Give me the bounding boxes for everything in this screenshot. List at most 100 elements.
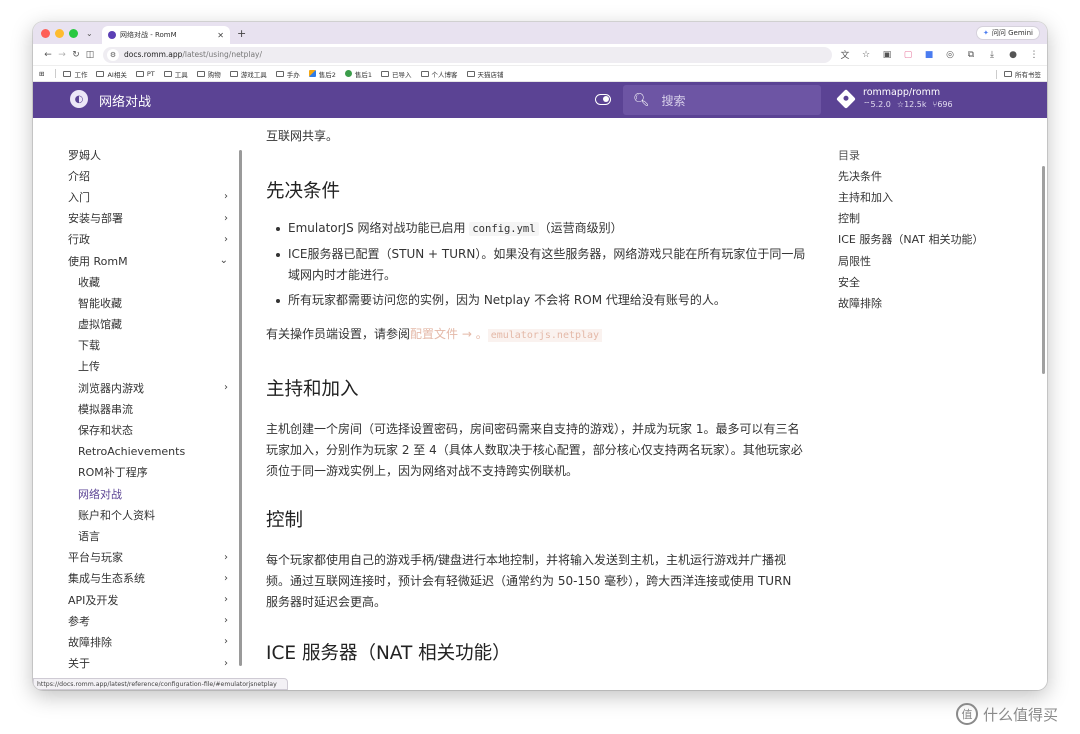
sidebar-item[interactable]: 参考 › (68, 610, 228, 631)
bookmark-item[interactable]: 售后1 (344, 69, 372, 79)
bookmark-label: 天猫店铺 (477, 70, 504, 79)
bookmark-item[interactable]: 工作 (63, 69, 87, 79)
apps-grid-icon[interactable]: ⊞ (39, 70, 44, 78)
extension-2-icon[interactable]: ▢ (903, 50, 913, 60)
bookmark-item[interactable]: 工具 (163, 69, 188, 79)
browser-tab[interactable]: 网络对战 - RomM ✕ (102, 26, 230, 44)
search-input[interactable]: 🔍︎ 搜索 (623, 85, 821, 115)
split-view-icon[interactable]: ◫ (83, 50, 97, 60)
folder-icon (381, 70, 389, 77)
gemini-button[interactable]: ✦ 问问 Gemini (976, 26, 1040, 40)
sidebar-item[interactable]: ROM补丁程序 (68, 462, 228, 483)
sidebar-item-label: 行政 (68, 233, 90, 247)
chevron-right-icon: › (224, 572, 228, 584)
sidebar-item[interactable]: 行政 › (68, 229, 228, 250)
toc-item[interactable]: 控制 (838, 208, 984, 229)
sidebar-item[interactable]: 安装与部署 › (68, 208, 228, 229)
sidebar-item[interactable]: 账户和个人资料 (68, 504, 228, 525)
bookmark-item[interactable]: 购物 (196, 69, 221, 79)
sidebar-item[interactable]: 故障排除 › (68, 631, 228, 652)
tab-list-chevron-icon[interactable]: ⌄ (86, 29, 96, 38)
folder-icon (420, 70, 429, 77)
romm-favicon-icon (108, 31, 116, 39)
bookmark-item[interactable]: 售后2 (308, 69, 336, 79)
sidebar-item[interactable]: 智能收藏 (68, 292, 228, 313)
sidebar-item-label: 介绍 (68, 169, 90, 183)
toc-item[interactable]: ICE 服务器（NAT 相关功能） (838, 229, 984, 250)
sidebar-item[interactable]: 收藏 (68, 271, 228, 292)
sidebar-item[interactable]: 集成与生态系统 › (68, 568, 228, 589)
bookmark-item[interactable]: PT (135, 70, 155, 78)
sidebar-item[interactable]: 入门 › (68, 186, 228, 207)
sidebar-item[interactable]: 保存和状态 (68, 419, 228, 440)
bookmark-item[interactable]: 游戏工具 (229, 69, 267, 79)
all-bookmarks[interactable]: 所有书签 (994, 69, 1041, 79)
emulatorjs-netplay-code[interactable]: emulatorjs.netplay (487, 329, 603, 342)
forks-count: ⑂696 (932, 100, 953, 109)
extensions-puzzle-icon[interactable]: ⧉ (966, 50, 976, 60)
sidebar-item[interactable]: RetroAchievements (68, 441, 228, 462)
config-file-link[interactable]: 配置文件 → 。 (410, 327, 488, 341)
sidebar-item[interactable]: 使用 RomM ⌄ (68, 250, 228, 271)
bookmark-label: AI相关 (107, 70, 127, 79)
table-of-contents: 目录 先决条件 主持和加入 控制 ICE 服务器（NAT 相关功能） 局限性 安全 故障排除 (838, 144, 984, 314)
extension-3-icon[interactable]: ■ (924, 50, 934, 60)
bookmark-item[interactable]: AI相关 (96, 69, 127, 79)
toc-item[interactable]: 主持和加入 (838, 186, 984, 207)
forward-arrow-icon[interactable]: → (55, 50, 69, 60)
sidebar-item[interactable]: 罗姆人 (68, 144, 228, 165)
extension-1-icon[interactable]: ▣ (882, 50, 892, 60)
sidebar-item[interactable]: 平台与玩家 › (68, 547, 228, 568)
chevron-right-icon: › (224, 382, 228, 394)
maximize-window-button[interactable] (69, 28, 78, 38)
bookmark-item[interactable]: 已导入 (381, 69, 412, 79)
sidebar-item[interactable]: API及开发 › (68, 589, 228, 610)
chevron-right-icon: › (224, 551, 228, 563)
theme-toggle-icon[interactable] (595, 94, 611, 105)
reload-icon[interactable]: ↻ (69, 50, 83, 60)
sidebar-item[interactable]: 网络对战 (68, 483, 228, 504)
back-arrow-icon[interactable]: ← (41, 50, 55, 60)
toc-item[interactable]: 局限性 (838, 250, 984, 271)
repo-link[interactable]: rommapp/romm ⌔5.2.0 ☆12.5k ⑂696 (836, 87, 953, 110)
translate-icon[interactable]: 文 (840, 50, 850, 61)
sidebar-item[interactable]: 上传 (68, 356, 228, 377)
sidebar-item[interactable]: 模拟器串流 (68, 398, 228, 419)
sidebar-item[interactable]: 浏览器内游戏 › (68, 377, 228, 398)
sidebar-scrollbar[interactable] (239, 150, 242, 666)
sidebar-item[interactable]: 语言 (68, 525, 228, 546)
toc-item[interactable]: 先决条件 (838, 165, 984, 186)
bookmark-item[interactable]: 手办 (275, 69, 300, 79)
extension-4-icon[interactable]: ◎ (945, 50, 955, 60)
download-icon[interactable]: ⤓ (987, 50, 997, 60)
folder-icon (275, 70, 284, 77)
bookmark-star-icon[interactable]: ☆ (861, 50, 871, 60)
config-code: config.yml (469, 222, 539, 236)
sidebar-item-label: 下载 (78, 339, 100, 353)
profile-avatar-icon[interactable]: ● (1008, 50, 1018, 60)
bookmark-item[interactable]: 个人博客 (420, 69, 458, 79)
menu-kebab-icon[interactable]: ⋮ (1029, 50, 1039, 60)
star-icon: ☆ (896, 100, 905, 109)
sidebar-item[interactable]: 关于 › (68, 653, 228, 674)
colorful-bookmark-icon (344, 70, 352, 77)
url-host: docs.romm.app (124, 50, 183, 59)
bookmark-item[interactable]: 天猫店铺 (466, 69, 504, 79)
url-bar[interactable]: ⚙ docs.romm.app/latest/using/netplay/ (103, 46, 832, 63)
search-icon: 🔍︎ (633, 92, 650, 108)
chevron-right-icon: › (224, 191, 228, 203)
page-scrollbar[interactable] (1042, 166, 1045, 374)
sidebar-item[interactable]: 虚拟馆藏 (68, 314, 228, 335)
site-info-icon[interactable]: ⚙ (107, 48, 119, 61)
sidebar-item[interactable]: 介绍 (68, 165, 228, 186)
romm-logo-icon[interactable]: ◐ (70, 90, 88, 108)
folder-icon (466, 70, 475, 77)
close-tab-icon[interactable]: ✕ (217, 31, 224, 40)
toc-item[interactable]: 安全 (838, 271, 984, 292)
new-tab-button[interactable]: + (237, 27, 246, 40)
toc-item[interactable]: 故障排除 (838, 292, 984, 313)
minimize-window-button[interactable] (55, 28, 64, 38)
sidebar-item[interactable]: 下载 (68, 335, 228, 356)
close-window-button[interactable] (41, 28, 50, 38)
bookmark-label: 购物 (207, 70, 221, 79)
